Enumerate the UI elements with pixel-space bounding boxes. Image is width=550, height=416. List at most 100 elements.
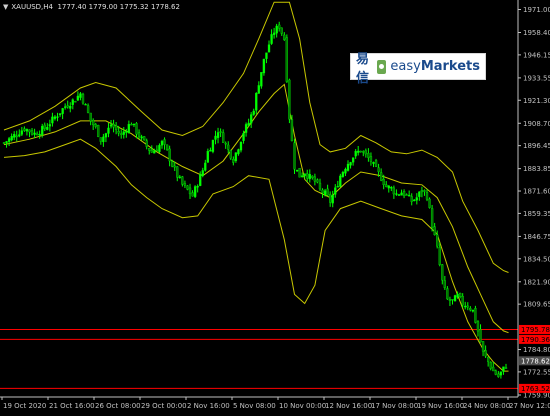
candle-body [109,124,113,127]
price-tick-label: 1958.40 [523,29,550,37]
candle-body [140,136,143,139]
candle-body [15,135,18,138]
candle-body [168,148,171,162]
candle-body [374,160,378,167]
candle-body [112,123,115,128]
header-info: ▼ XAUUSD,H4 1777.40 1779.00 1775.32 1778… [3,3,180,11]
candle-body [441,264,444,281]
candle-body [382,179,385,186]
candle-body [272,32,276,35]
candle-body [199,174,202,186]
time-tick-label: 5 Nov 08:00 [233,402,276,410]
candle-body [423,190,426,192]
price-tick-label: 1809.65 [523,301,550,309]
candle-body [219,131,222,133]
candle-body [372,161,375,164]
candle-body [79,93,82,98]
logo-en-bold: Markets [420,59,480,74]
expand-arrow-icon[interactable]: ▼ [3,3,8,11]
candle-body [280,27,283,34]
candle-body [456,293,459,298]
price-chart[interactable]: 1971.00 1958.40 1946.15 1933.55 1921.30 1908.… [0,0,550,412]
candle-body [339,175,342,187]
candle-body [135,123,138,135]
time-tick-label: 12 Nov 16:00 [325,402,372,410]
candle-body [438,247,441,265]
candle-body [117,131,120,134]
candle-body [242,133,245,141]
candle-body [346,163,350,171]
candle-body [186,185,189,190]
candle-body [321,189,324,194]
candle-body [349,162,352,166]
time-tick-label: 26 Oct 08:00 [95,402,141,410]
candle-body [234,152,238,162]
logo-en: easyMarkets [390,59,480,74]
candle-body [400,192,403,196]
candle-body [476,321,480,332]
candle-body [239,141,243,151]
candle-body [196,186,199,188]
candle-body [18,134,21,137]
candle-body [97,125,100,137]
candle-body [316,179,319,183]
candle-body [466,305,469,308]
candle-body [255,93,258,111]
candle-body [295,169,299,172]
candle-body [494,370,497,375]
candle-body [367,152,370,158]
candle-body [430,208,434,228]
candle-body [127,124,131,133]
price-tick-label: 1821.90 [523,278,550,286]
candle-body [499,371,503,376]
candle-body [474,308,477,323]
candle-body [7,138,11,142]
time-tick-label: 21 Oct 16:00 [49,402,95,410]
price-tick-label: 1871.60 [523,188,550,196]
candle-body [71,99,74,105]
candle-body [387,185,390,189]
candle-body [158,145,161,152]
candle-body [303,173,306,177]
candle-body [69,105,72,109]
candle-body [137,132,141,138]
candle-body [270,34,273,44]
candle-body [107,127,110,134]
candle-body [497,373,500,377]
candle-body [300,175,304,178]
logo-cn: 易信 [356,51,370,86]
candle-body [250,114,253,124]
price-tick-label: 1971.00 [523,6,550,14]
candle-body [201,170,204,176]
candle-body [209,149,212,152]
candle-body [278,24,281,29]
time-tick-label: 29 Oct 00:00 [141,402,187,410]
candle-body [275,25,278,34]
candle-body [211,139,215,152]
candle-body [369,156,373,162]
candle-body [94,124,97,127]
candle-body [66,105,69,108]
broker-logo: 易信 easyMarkets [350,52,486,86]
candle-body [471,309,475,312]
price-tick-label: 1933.55 [523,74,550,82]
candle-body [428,198,431,208]
candle-body [359,150,362,153]
candle-body [46,127,49,130]
candle-body [148,148,151,151]
candle-body [86,105,90,113]
candle-body [283,34,286,40]
candle-body [56,116,59,118]
price-tick-label: 1859.35 [523,210,550,218]
level-tag-label: 1790.36 [521,336,550,344]
candle-body [84,104,87,106]
candle-body [216,132,220,138]
candle-body [173,165,176,168]
price-tick-label: 1896.45 [523,142,550,150]
candle-body [420,190,424,193]
candle-body [25,129,29,132]
candle-body [125,131,128,133]
candle-body [290,119,294,142]
candle-body [43,124,46,129]
candle-body [160,140,164,146]
